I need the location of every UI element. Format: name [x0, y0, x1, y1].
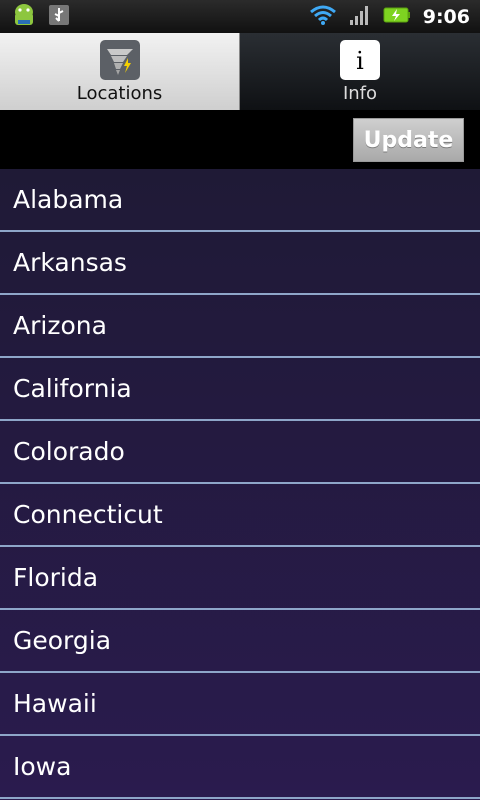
list-item[interactable]: Connecticut — [0, 484, 480, 547]
locations-list: Alabama Arkansas Arizona California Colo… — [0, 169, 480, 800]
location-label: Florida — [13, 563, 99, 592]
battery-charging-icon — [383, 6, 411, 28]
list-item[interactable]: California — [0, 358, 480, 421]
usb-icon — [48, 4, 70, 30]
tab-locations-label: Locations — [76, 83, 163, 104]
location-label: Connecticut — [13, 500, 163, 529]
status-bar: 9:06 — [0, 0, 480, 33]
location-label: Arkansas — [13, 248, 127, 277]
list-item[interactable]: Georgia — [0, 610, 480, 673]
location-label: Hawaii — [13, 689, 97, 718]
list-item[interactable]: Colorado — [0, 421, 480, 484]
list-item[interactable]: Iowa — [0, 736, 480, 799]
list-item[interactable]: Hawaii — [0, 673, 480, 736]
tab-info-label: Info — [342, 83, 378, 104]
list-item[interactable]: Alabama — [0, 169, 480, 232]
signal-icon — [349, 4, 371, 30]
tab-locations[interactable]: Locations — [0, 33, 240, 110]
location-label: Iowa — [13, 752, 72, 781]
tab-info[interactable]: i Info — [240, 33, 480, 110]
location-label: California — [13, 374, 132, 403]
tornado-icon — [99, 39, 141, 81]
info-icon: i — [339, 39, 381, 81]
update-button[interactable]: Update — [353, 118, 464, 162]
clock: 9:06 — [422, 5, 470, 28]
location-label: Colorado — [13, 437, 125, 466]
list-item[interactable]: Arkansas — [0, 232, 480, 295]
location-label: Arizona — [13, 311, 107, 340]
tab-bar: Locations i Info — [0, 33, 480, 110]
wifi-icon — [309, 4, 337, 30]
list-item[interactable]: Arizona — [0, 295, 480, 358]
list-item[interactable]: Florida — [0, 547, 480, 610]
location-label: Georgia — [13, 626, 112, 655]
svg-text:i: i — [356, 47, 364, 75]
android-icon — [10, 1, 38, 33]
location-label: Alabama — [13, 185, 124, 214]
toolbar: Update — [0, 110, 480, 169]
